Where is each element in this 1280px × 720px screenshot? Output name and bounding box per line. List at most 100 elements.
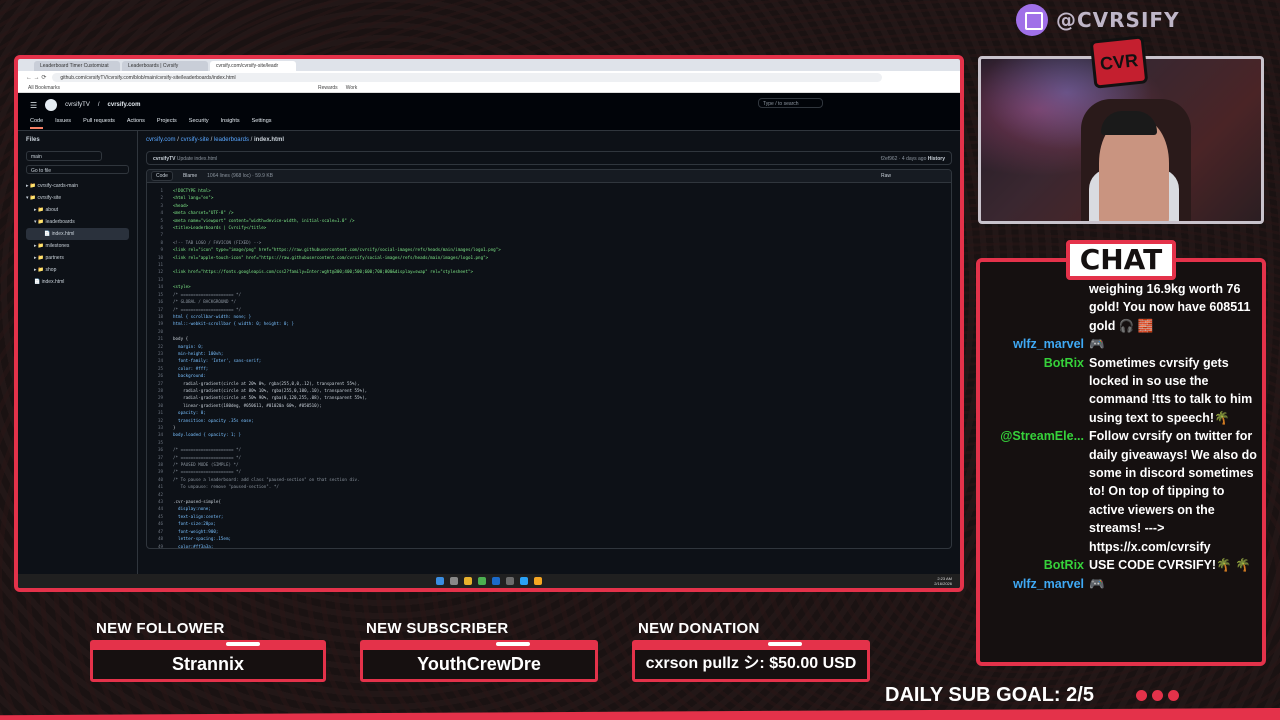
code-line: 16/* GLOBAL / BACKGROUND */ — [157, 299, 237, 305]
tree-folder[interactable]: ▸ 📁 shop — [26, 264, 129, 276]
breadcrumb-link[interactable]: leaderboards — [214, 137, 249, 143]
chat-username[interactable]: wlfz_marvel — [984, 335, 1089, 353]
repo-tab-actions[interactable]: Actions — [127, 118, 145, 129]
decor-pill — [768, 642, 802, 646]
tree-folder[interactable]: ▸ 📁 about — [26, 204, 129, 216]
file-explorer-icon[interactable] — [464, 577, 472, 585]
tree-file[interactable]: 📄 index.html — [26, 276, 129, 288]
chat-text: Sometimes cvrsify gets locked in so use … — [1089, 355, 1253, 425]
windows-start-icon[interactable] — [436, 577, 444, 585]
url-field[interactable]: github.com/cvrsifyTV/cvrsify.com/blob/ma… — [52, 72, 883, 82]
code-line: 48 letter-spacing:.15em; — [157, 536, 231, 542]
app-icon[interactable] — [520, 577, 528, 585]
chat-username[interactable]: @StreamEle... — [984, 427, 1089, 556]
steam-icon[interactable] — [492, 577, 500, 585]
code-line: 3 <head> — [160, 202, 189, 208]
code-line: 1 <!DOCTYPE html> — [160, 188, 211, 193]
tree-file-active[interactable]: 📄 index.html — [26, 228, 129, 240]
repo-tab-insights[interactable]: Insights — [221, 118, 240, 129]
repo-tab-settings[interactable]: Settings — [252, 118, 272, 129]
code-line: 38/* PAUSED MODE (SIMPLE) */ — [157, 462, 239, 468]
go-to-file-input[interactable]: Go to file — [26, 165, 129, 174]
code-line: 22 margin: 0; — [157, 343, 204, 349]
breadcrumb-link[interactable]: cvrsify-site — [181, 137, 209, 143]
history-button[interactable]: History — [928, 156, 945, 162]
commit-author[interactable]: cvrsifyTV — [153, 156, 176, 162]
code-line: 7 — [160, 232, 163, 238]
chat-message: wlfz_marvel 🎮 — [984, 575, 1258, 593]
repo-tab-pulls[interactable]: Pull requests — [83, 118, 115, 129]
address-bar: ← → ⟳ github.com/cvrsifyTV/cvrsify.com/b… — [18, 71, 960, 83]
daily-sub-goal: DAILY SUB GOAL: 2/5 — [885, 684, 1094, 706]
app-icon[interactable] — [506, 577, 514, 585]
tree-folder[interactable]: ▸ 📁 cvrsify-cards-main — [26, 180, 129, 192]
tree-folder[interactable]: ▸ 📁 milestones — [26, 240, 129, 252]
code-line: 34 body.loaded { opacity: 1; } — [157, 432, 242, 438]
breadcrumb-current: index.html — [253, 137, 284, 143]
subscriber-alert: NEW SUBSCRIBER YouthCrewDre — [360, 620, 598, 682]
chat-title: CHAT — [1066, 240, 1176, 280]
repo-name[interactable]: cvrsify.com — [108, 102, 141, 108]
goal-dots — [1136, 690, 1179, 701]
browser-tab-active[interactable]: cvrsify.com/cvrsify-site/leadr — [210, 61, 296, 71]
code-line: 28 radial-gradient(circle at 80% 10%, rg… — [157, 387, 368, 393]
nav-arrows-icon[interactable]: ← → ⟳ — [26, 74, 46, 81]
raw-button[interactable]: Raw — [881, 173, 891, 179]
bookmark-item[interactable]: Work — [346, 85, 358, 91]
code-line: 44 display:none; — [157, 506, 211, 512]
code-line: 24 font-family: 'Inter', sans-serif; — [157, 358, 262, 364]
github-search-input[interactable]: Type / to search — [758, 98, 823, 108]
code-line: 8 <!-- TAB LOGO / FAVICON (FIXED) --> — [160, 239, 262, 245]
tree-folder[interactable]: ▾ 📁 cvrsify-site — [26, 192, 129, 204]
code-line: 21 body { — [157, 336, 189, 342]
github-header: ☰ cvrsifyTV / cvrsify.com Type / to sear… — [18, 93, 960, 131]
follower-alert: NEW FOLLOWER Strannix — [90, 620, 326, 682]
follower-value: Strannix — [90, 640, 326, 682]
chat-username[interactable]: BotRix — [984, 354, 1089, 428]
bookmark-item[interactable]: All Bookmarks — [28, 85, 60, 91]
branch-select[interactable]: main — [26, 151, 102, 161]
windows-taskbar: 2:23 AM 2/16/2026 — [18, 574, 960, 588]
code-line: 6 <title>Leaderboards | Cvrsify</title> — [160, 225, 267, 231]
screen-capture: Leaderboard Timer Customizat Leaderboard… — [14, 55, 964, 592]
code-line: 26 background: — [157, 373, 206, 379]
github-logo-icon[interactable] — [45, 99, 58, 111]
chrome-icon[interactable] — [478, 577, 486, 585]
chat-text: 🎮 — [1089, 337, 1105, 352]
chat-text: Follow cvrsify on twitter for daily give… — [1089, 429, 1257, 554]
chat-username[interactable] — [984, 280, 1089, 335]
bookmark-item[interactable]: Rewards — [318, 85, 338, 91]
app-icon[interactable] — [534, 577, 542, 585]
code-line: 31 opacity: 0; — [157, 410, 206, 416]
tree-folder[interactable]: ▸ 📁 partners — [26, 252, 129, 264]
repo-tab-code[interactable]: Code — [30, 118, 44, 129]
repo-tab-issues[interactable]: Issues — [55, 118, 71, 129]
code-line: 41 To unpause: remove "paused-section". … — [157, 484, 279, 490]
blame-tab[interactable]: Blame — [179, 172, 201, 180]
commit-message[interactable]: Update index.html — [177, 156, 217, 162]
code-line: 2 <html lang="en"> — [160, 195, 214, 201]
system-tray-clock[interactable]: 2:23 AM 2/16/2026 — [934, 576, 952, 586]
chat-messages: weighing 16.9kg worth 76 gold! You now h… — [984, 280, 1258, 660]
menu-icon[interactable]: ☰ — [30, 101, 37, 110]
repo-tab-projects[interactable]: Projects — [157, 118, 177, 129]
latest-commit: cvrsifyTV Update index.html f2ef962 · 4 … — [146, 151, 952, 165]
browser-tab[interactable]: Leaderboards | Cvrsify — [122, 61, 208, 71]
tree-folder[interactable]: ▾ 📁 leaderboards — [26, 216, 129, 228]
browser-tab[interactable]: Leaderboard Timer Customizat — [34, 61, 120, 71]
breadcrumb-link[interactable]: cvrsify.com — [146, 137, 176, 143]
donation-value: cxrson pullz シ: $50.00 USD — [632, 640, 870, 682]
code-line: 19 html::-webkit-scrollbar { width: 0; he… — [157, 321, 295, 327]
chat-username[interactable]: wlfz_marvel — [984, 575, 1089, 593]
breadcrumb: cvrsify.com / cvrsify-site / leaderboard… — [146, 137, 284, 143]
code-line: 4 <meta charset="UTF-8" /> — [160, 210, 234, 216]
decor-pill — [226, 642, 260, 646]
chat-username[interactable]: BotRix — [984, 556, 1089, 574]
code-line: 14 <style> — [157, 284, 191, 290]
search-icon[interactable] — [450, 577, 458, 585]
code-line: 13 — [157, 276, 163, 282]
code-tab[interactable]: Code — [151, 171, 173, 181]
repo-tab-security[interactable]: Security — [189, 118, 209, 129]
repo-owner[interactable]: cvrsifyTV — [65, 102, 90, 108]
file-stats: 1064 lines (968 loc) · 59.9 KB — [207, 173, 274, 179]
